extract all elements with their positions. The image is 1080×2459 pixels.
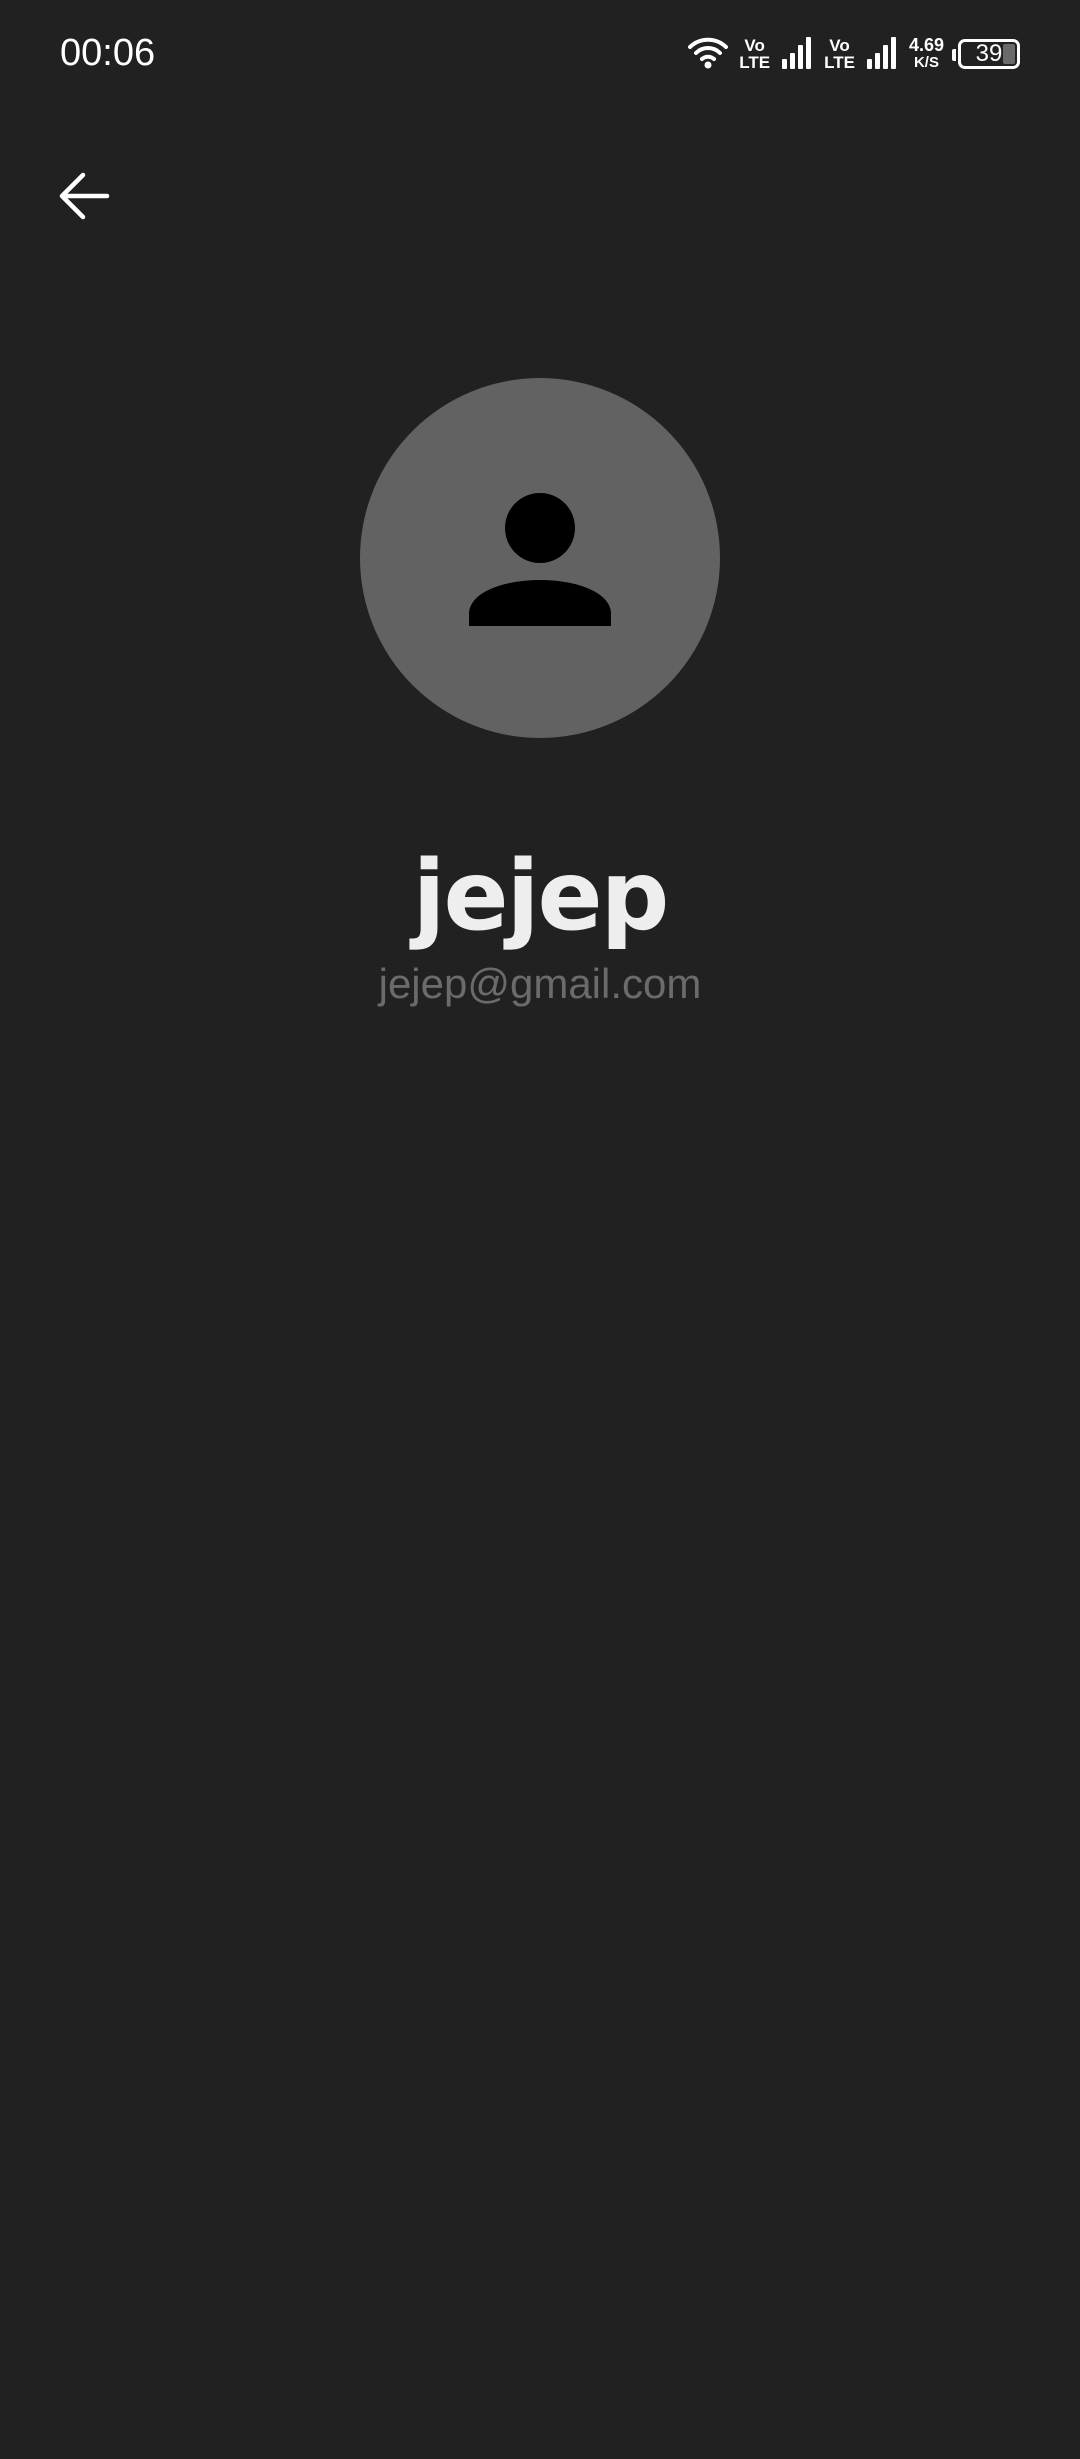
battery-icon: 39 [952,39,1020,69]
net-speed-unit: K/S [913,54,939,71]
status-bar: 00:06 Vo LTE Vo LTE 4.69 K/S 39 [0,0,1080,110]
net-speed: 4.69 K/S [909,36,944,72]
status-time: 00:06 [60,32,156,74]
profile-screen: 00:06 Vo LTE Vo LTE 4.69 K/S 39 jejep je… [0,0,1080,2459]
status-icons: Vo LTE Vo LTE 4.69 K/S 39 [677,34,1020,74]
volte-icon-sim2: Vo LTE [824,37,855,71]
wifi-icon [687,35,729,74]
volte-bottom-text: LTE [824,53,855,72]
arrow-back-icon [59,172,110,220]
battery-cap [952,49,956,61]
battery-level-fill [1003,44,1015,64]
avatar[interactable] [360,378,720,738]
volte-bottom-text: LTE [739,53,771,72]
net-speed-value: 4.69 [908,35,944,55]
volte-top-text: Vo [744,36,765,55]
battery-level-text: 39 [975,40,1003,67]
volte-top-text: Vo [829,36,850,55]
back-button[interactable] [48,160,120,232]
person-icon [469,493,611,626]
signal-icon [780,35,814,74]
volte-icon-sim1: Vo LTE [739,37,770,71]
profile-email: jejep@gmail.com [378,960,702,1007]
signal-icon [865,35,899,74]
profile-name: jejep [412,840,670,952]
